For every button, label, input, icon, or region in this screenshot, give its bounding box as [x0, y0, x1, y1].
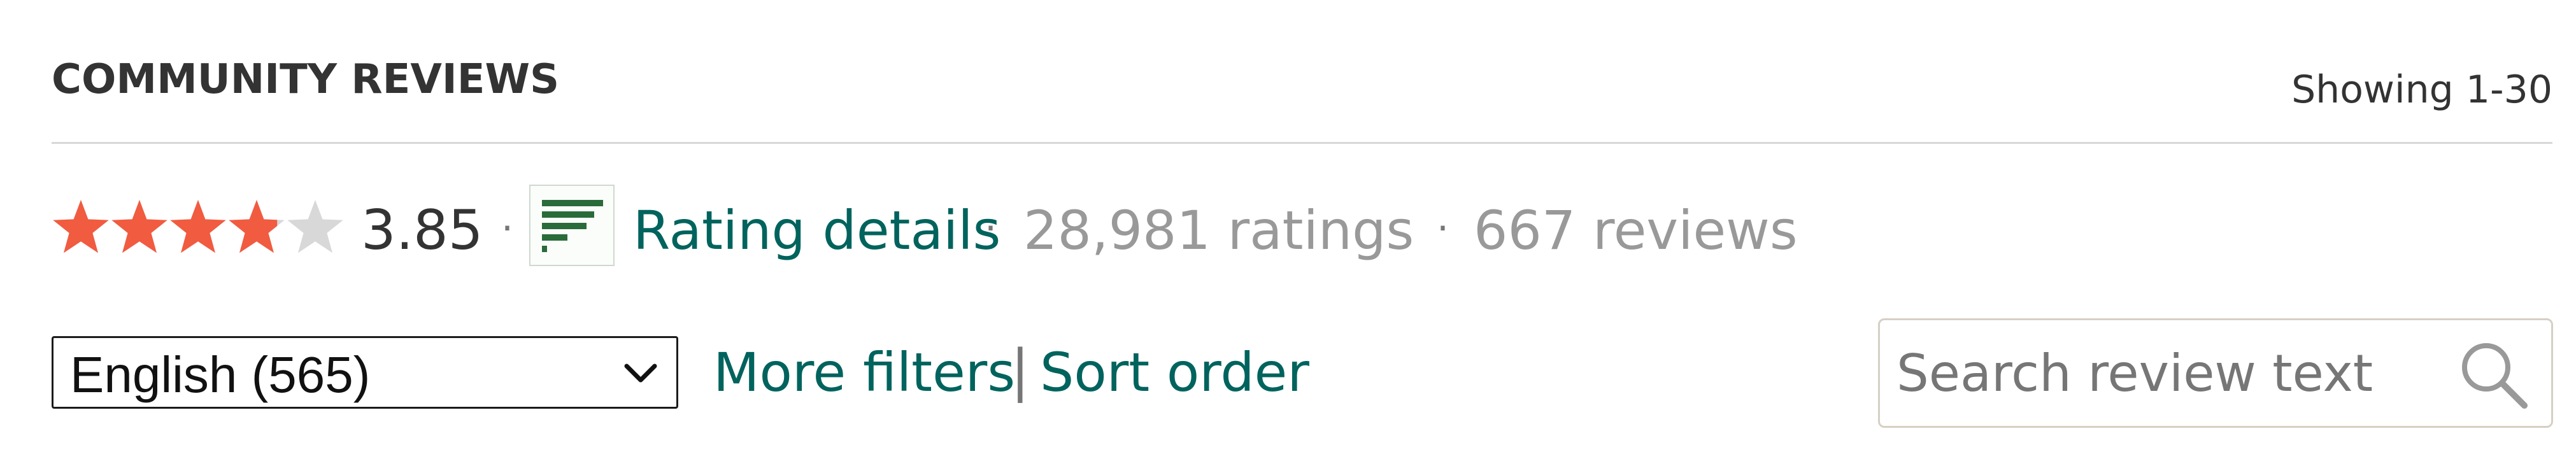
histogram-icon[interactable] — [529, 185, 615, 266]
showing-range: Showing 1-30 — [2291, 67, 2552, 112]
star-empty-icon — [287, 200, 343, 253]
star-filled-icon — [111, 200, 167, 253]
separator-dot: · — [1437, 206, 1449, 251]
star-filled-icon — [229, 200, 278, 253]
more-filters-link[interactable]: More filters — [713, 341, 1015, 404]
review-filters: English (565) More filters | Sort order — [52, 318, 2553, 428]
ratings-count: 28,981 ratings — [1023, 199, 1414, 262]
reviews-count: 667 reviews — [1474, 199, 1798, 262]
star-rating — [53, 200, 343, 253]
rating-summary: 3.85 · Rating details · 28,981 ratings ·… — [52, 185, 2535, 280]
separator-dot: · — [501, 206, 514, 251]
language-select[interactable]: English (565) — [52, 336, 678, 409]
search-icon[interactable] — [2457, 338, 2531, 412]
star-filled-icon — [53, 200, 109, 253]
search-box — [1878, 318, 2553, 428]
chevron-down-icon — [624, 364, 657, 383]
separator-dot: · — [985, 206, 997, 251]
search-input[interactable] — [1896, 338, 2444, 408]
average-rating: 3.85 — [361, 199, 483, 262]
language-select-value: English (565) — [70, 346, 371, 403]
section-title: COMMUNITY REVIEWS — [52, 56, 560, 103]
reviews-header: COMMUNITY REVIEWS Showing 1-30 — [52, 50, 2552, 144]
rating-details-link[interactable]: Rating details — [633, 199, 1000, 262]
star-filled-icon — [170, 200, 226, 253]
link-separator: | — [1011, 337, 1030, 403]
sort-order-link[interactable]: Sort order — [1040, 341, 1309, 404]
